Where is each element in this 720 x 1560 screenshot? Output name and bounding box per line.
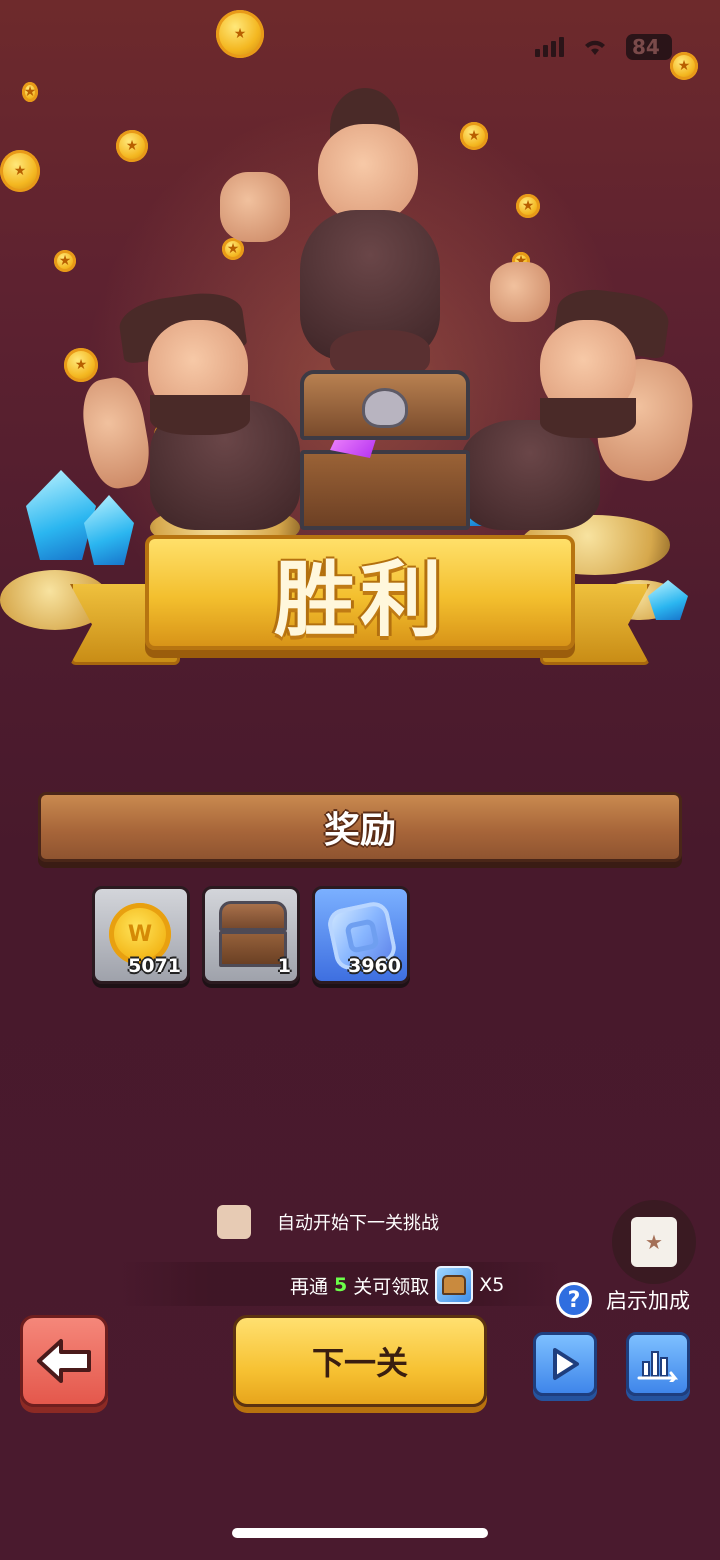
victory-banner: 胜利 — [70, 535, 650, 670]
boost-label: 启示加成 — [606, 1289, 690, 1313]
treasure-chest-illustration — [300, 370, 470, 530]
back-button[interactable] — [20, 1315, 108, 1407]
reward-quantity: 1 — [277, 955, 291, 977]
reward-item-chest[interactable]: 1 — [202, 886, 300, 984]
coin-icon — [222, 238, 244, 260]
progress-info: 再通 5 关可领取 X5 — [290, 1266, 504, 1304]
coin-icon — [22, 82, 38, 102]
bar-chart-icon — [637, 1351, 679, 1382]
boost-button[interactable]: ★ — [612, 1200, 696, 1284]
progress-count: 5 — [334, 1274, 348, 1296]
play-icon — [553, 1348, 579, 1380]
rewards-header: 奖励 — [38, 792, 682, 862]
coin-icon — [116, 130, 148, 162]
help-icon[interactable]: ? — [556, 1282, 592, 1318]
play-button[interactable] — [533, 1332, 597, 1396]
coin-icon — [0, 150, 40, 192]
reward-quantity: 5071 — [128, 955, 181, 977]
coin-icon — [64, 348, 98, 382]
rewards-title: 奖励 — [323, 810, 396, 851]
treasure-chest-icon — [435, 1266, 474, 1304]
reward-item-gems[interactable]: 3960 — [312, 886, 410, 984]
next-level-label: 下一关 — [311, 1344, 408, 1382]
auto-start-checkbox[interactable] — [217, 1205, 251, 1239]
next-level-button[interactable]: 下一关 — [233, 1315, 487, 1407]
coin-icon — [516, 194, 540, 218]
auto-start-row: 自动开始下一关挑战 — [217, 1205, 439, 1239]
coin-icon — [670, 52, 698, 80]
reward-quantity: 3960 — [348, 955, 401, 977]
paw-lock-icon — [362, 388, 408, 428]
auto-start-label: 自动开始下一关挑战 — [277, 1213, 439, 1234]
boost-label-row: ? 启示加成 — [556, 1282, 690, 1318]
rewards-list: W 5071 1 3960 — [92, 886, 410, 984]
home-indicator[interactable] — [232, 1528, 488, 1538]
coin-icon — [460, 122, 488, 150]
progress-prefix: 再通 — [290, 1275, 329, 1298]
reward-item-coins[interactable]: W 5071 — [92, 886, 190, 984]
boost-card-icon: ★ — [631, 1217, 677, 1267]
statistics-button[interactable] — [626, 1332, 690, 1396]
progress-multiplier: X5 — [479, 1274, 505, 1296]
coin-icon — [216, 10, 264, 58]
progress-suffix: 关可领取 — [353, 1275, 430, 1298]
victory-title: 胜利 — [273, 553, 446, 648]
coin-icon — [54, 250, 76, 272]
arrow-left-icon — [37, 1339, 91, 1383]
